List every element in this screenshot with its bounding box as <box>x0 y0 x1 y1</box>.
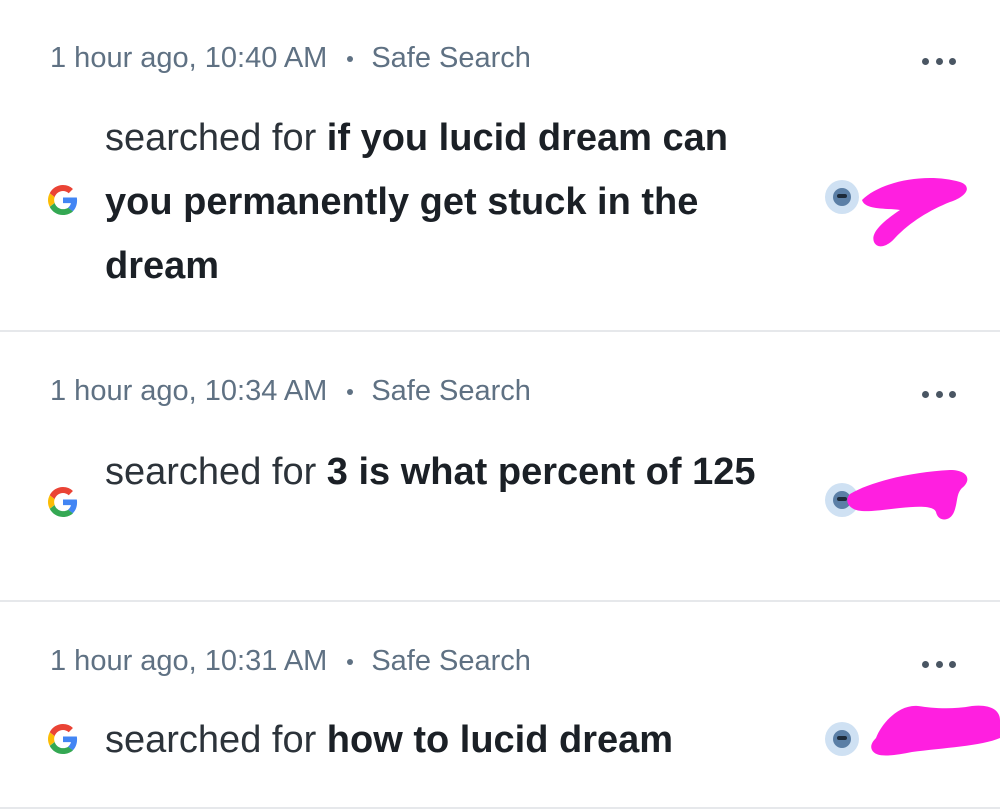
entry-timestamp: 1 hour ago, 10:40 AM <box>50 42 328 74</box>
safe-search-label: Safe Search <box>371 42 531 74</box>
entry-timestamp: 1 hour ago, 10:31 AM <box>50 645 328 677</box>
entry-meta: 1 hour ago, 10:31 AM Safe Search <box>50 645 531 678</box>
searched-for-label: searched for <box>105 117 327 159</box>
redaction-scribble <box>862 178 967 247</box>
safe-search-label: Safe Search <box>371 375 531 407</box>
entry-meta: 1 hour ago, 10:34 AM Safe Search <box>50 375 531 408</box>
google-g-icon <box>48 487 78 517</box>
searched-for-label: searched for <box>105 451 327 493</box>
redaction-scribble <box>871 705 1000 756</box>
safe-search-label: Safe Search <box>371 645 531 677</box>
more-options-icon[interactable] <box>922 56 956 66</box>
activity-entry: 1 hour ago, 10:31 AM Safe Search searche… <box>0 600 1000 809</box>
search-query-text[interactable]: searched for if you lucid dream can you … <box>105 106 795 298</box>
search-query[interactable]: 3 is what percent of 125 <box>327 451 756 493</box>
activity-entry: 1 hour ago, 10:40 AM Safe Search searche… <box>0 0 1000 332</box>
entry-timestamp: 1 hour ago, 10:34 AM <box>50 375 328 407</box>
separator-dot <box>347 388 354 395</box>
separator-dot <box>347 55 354 62</box>
activity-entry: 1 hour ago, 10:34 AM Safe Search searche… <box>0 330 1000 602</box>
user-avatar-icon <box>825 722 859 756</box>
more-options-icon[interactable] <box>922 659 956 669</box>
separator-dot <box>347 658 354 665</box>
searched-for-label: searched for <box>105 719 327 761</box>
entry-meta: 1 hour ago, 10:40 AM Safe Search <box>50 42 531 75</box>
google-g-icon <box>48 185 78 215</box>
search-query-text[interactable]: searched for how to lucid dream <box>105 708 795 772</box>
search-query-text[interactable]: searched for 3 is what percent of 125 <box>105 440 795 504</box>
search-query[interactable]: how to lucid dream <box>327 719 673 761</box>
redaction-scribble <box>847 470 968 520</box>
google-g-icon <box>48 724 78 754</box>
more-options-icon[interactable] <box>922 389 956 399</box>
